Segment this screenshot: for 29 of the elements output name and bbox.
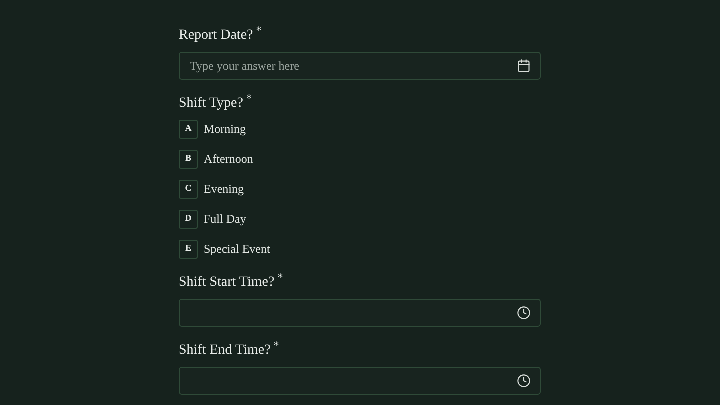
choice-option[interactable]: B Afternoon: [179, 149, 541, 169]
option-key: E: [179, 240, 198, 258]
answer-field[interactable]: Type your answer here: [179, 52, 541, 80]
question-label: Shift Type?: [179, 95, 244, 113]
required-mark: *: [246, 92, 252, 106]
option-key: B: [179, 150, 198, 168]
option-key: C: [179, 180, 198, 198]
option-label: Evening: [204, 181, 244, 198]
answer-field[interactable]: [179, 299, 541, 327]
calendar-icon[interactable]: [517, 59, 531, 73]
clock-icon[interactable]: [517, 306, 531, 320]
answer-field[interactable]: [179, 367, 541, 395]
choice-option[interactable]: D Full Day: [179, 209, 541, 229]
choice-option[interactable]: A Morning: [179, 119, 541, 139]
option-label: Full Day: [204, 211, 246, 228]
option-label: Special Event: [204, 241, 270, 258]
required-mark: *: [256, 24, 262, 38]
choice-option[interactable]: C Evening: [179, 179, 541, 199]
question-label: Report Date?: [179, 27, 254, 45]
clock-icon[interactable]: [517, 374, 531, 388]
required-mark: *: [278, 271, 284, 285]
question-label: Shift Start Time?: [179, 274, 275, 292]
option-key: A: [179, 120, 198, 138]
option-label: Morning: [204, 121, 246, 138]
choice-option[interactable]: E Special Event: [179, 239, 541, 259]
question-label: Shift End Time?: [179, 342, 271, 360]
option-key: D: [179, 210, 198, 228]
required-mark: *: [274, 339, 280, 353]
option-label: Afternoon: [204, 151, 254, 168]
